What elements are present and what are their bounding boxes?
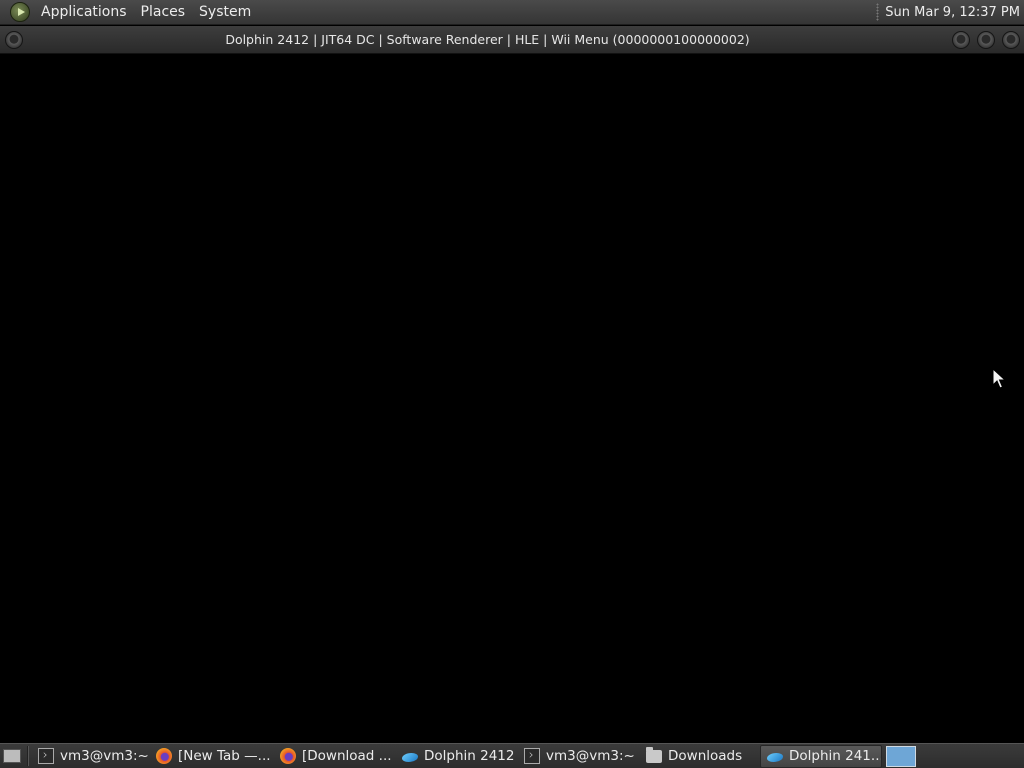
- clock[interactable]: Sun Mar 9, 12:37 PM: [885, 5, 1020, 20]
- dolphin-icon: [402, 752, 418, 762]
- task-label: vm3@vm3:~: [546, 748, 635, 764]
- task-label: Downloads: [668, 748, 743, 764]
- window-titlebar[interactable]: Dolphin 2412 | JIT64 DC | Software Rende…: [0, 26, 1024, 54]
- show-desktop-button[interactable]: [0, 744, 24, 768]
- firefox-icon: [280, 748, 296, 764]
- emulator-render-area[interactable]: [1, 55, 1023, 742]
- taskbar-item-firefox-newtab[interactable]: [New Tab —...: [150, 745, 274, 768]
- window-menu-button[interactable]: [5, 30, 23, 49]
- task-label: Dolphin 241...: [789, 748, 882, 764]
- dolphin-icon: [767, 752, 783, 762]
- workspace-switcher[interactable]: [886, 745, 916, 767]
- menu-system[interactable]: System: [192, 4, 258, 20]
- close-button[interactable]: [1002, 30, 1020, 49]
- bottom-taskbar: vm3@vm3:~ [New Tab —... [Download ... Do…: [0, 743, 1024, 768]
- taskbar-item-terminal-1[interactable]: vm3@vm3:~: [32, 745, 150, 768]
- panel-handle-icon[interactable]: [876, 3, 880, 21]
- folder-icon: [646, 746, 662, 763]
- task-label: Dolphin 2412: [424, 748, 515, 764]
- taskbar-item-firefox-download[interactable]: [Download ...: [274, 745, 396, 768]
- minimize-button[interactable]: [952, 30, 970, 49]
- menu-applications[interactable]: Applications: [34, 4, 134, 20]
- mouse-cursor-icon: [992, 368, 1006, 389]
- top-panel: Applications Places System Sun Mar 9, 12…: [0, 0, 1024, 25]
- taskbar-separator: [27, 746, 29, 766]
- taskbar-item-downloads[interactable]: Downloads: [640, 745, 760, 768]
- task-label: [New Tab —...: [178, 748, 271, 764]
- terminal-icon: [38, 748, 54, 764]
- menu-places[interactable]: Places: [134, 4, 193, 20]
- taskbar-item-dolphin-active[interactable]: Dolphin 241...: [760, 744, 882, 768]
- desktop-icon: [3, 749, 21, 763]
- main-menu-logo-icon[interactable]: [10, 2, 30, 22]
- firefox-icon: [156, 748, 172, 764]
- task-label: [Download ...: [302, 748, 392, 764]
- window-title: Dolphin 2412 | JIT64 DC | Software Rende…: [225, 32, 750, 47]
- terminal-icon: [524, 748, 540, 764]
- taskbar-item-terminal-2[interactable]: vm3@vm3:~: [518, 745, 640, 768]
- maximize-button[interactable]: [977, 30, 995, 49]
- taskbar-item-dolphin-1[interactable]: Dolphin 2412: [396, 745, 518, 768]
- task-label: vm3@vm3:~: [60, 748, 149, 764]
